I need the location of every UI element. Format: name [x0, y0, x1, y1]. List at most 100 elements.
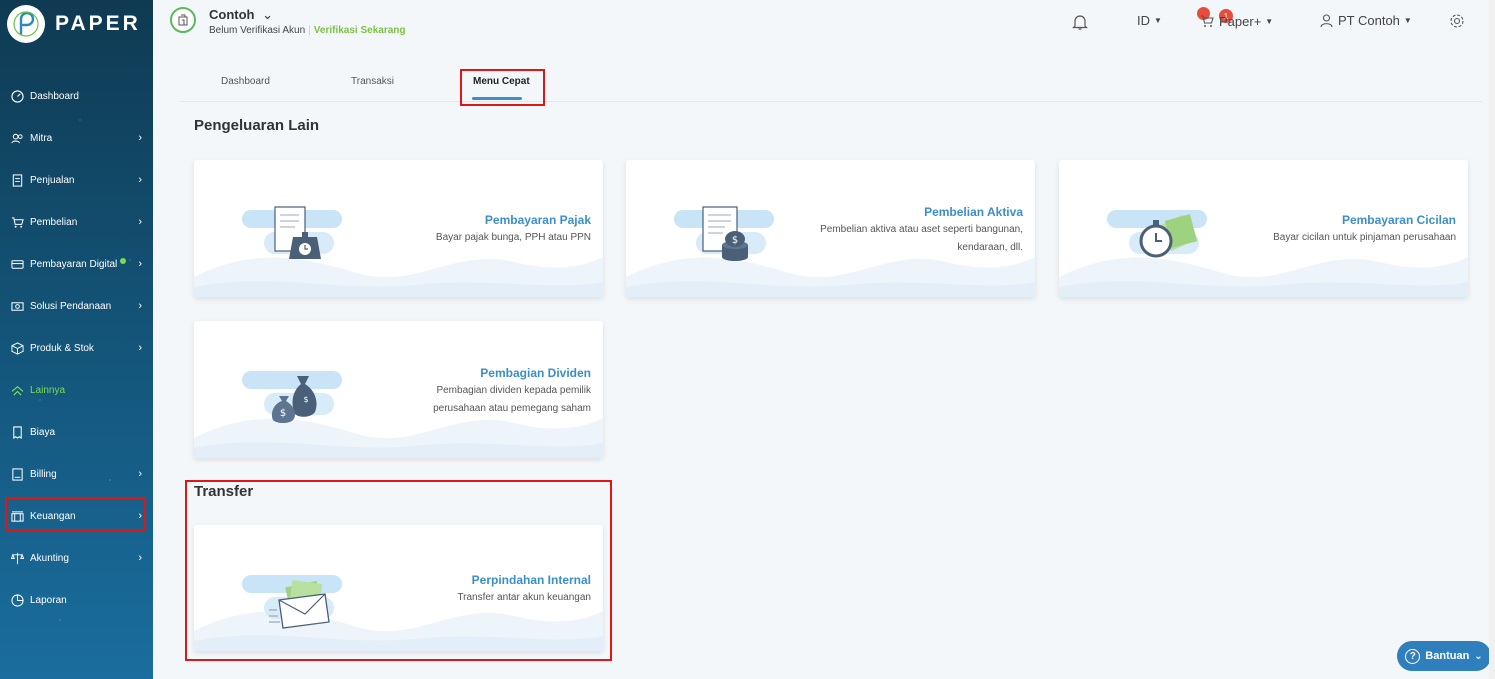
- billing-icon: [10, 467, 24, 481]
- users-icon: [10, 131, 24, 145]
- gear-icon: [1450, 14, 1464, 28]
- card-title: Pembelian Aktiva: [924, 205, 1023, 219]
- chevron-down-icon: ⌄: [1474, 650, 1483, 662]
- pie-icon: [10, 593, 24, 607]
- verify-now-link[interactable]: Verifikasi Sekarang: [314, 25, 406, 36]
- bell-icon: [1072, 15, 1088, 30]
- card-description: Bayar cicilan untuk pinjaman perusahaan: [1273, 232, 1456, 243]
- help-button[interactable]: ? Bantuan ⌄: [1397, 641, 1491, 671]
- sidebar-item-label: Akunting: [30, 552, 69, 564]
- sidebar-item-lainnya[interactable]: Lainnya: [0, 375, 153, 405]
- card-pembayaran-cicilan[interactable]: Pembayaran Cicilan Bayar cicilan untuk p…: [1059, 160, 1468, 297]
- paper-plus-menu[interactable]: Paper+ ▼: [1197, 7, 1274, 29]
- language-selector[interactable]: ID ▼: [1137, 13, 1162, 28]
- sidebar-item-mitra[interactable]: Mitra ›: [0, 123, 153, 153]
- chevron-right-icon: ›: [138, 342, 142, 354]
- sidebar-item-label: Keuangan: [30, 510, 76, 522]
- money-icon: [10, 299, 24, 313]
- user-menu[interactable]: PT Contoh ▼: [1319, 13, 1412, 28]
- cart-icon: [10, 215, 24, 229]
- svg-text:$: $: [303, 395, 308, 404]
- scale-icon: [10, 551, 24, 565]
- page-scrollbar[interactable]: [1489, 0, 1495, 679]
- card-description: Pembelian aktiva atau aset seperti bangu…: [820, 224, 1023, 253]
- chevron-down-icon: ⌄: [262, 7, 274, 22]
- card-icon: [10, 257, 24, 271]
- logo-text: PAPER: [55, 12, 141, 35]
- sidebar-item-pembelian[interactable]: Pembelian ›: [0, 207, 153, 237]
- top-bar: Contoh ⌄ Belum Verifikasi Akun | Verifikas…: [153, 0, 1495, 52]
- chevron-right-icon: ›: [138, 300, 142, 312]
- question-icon: ?: [1405, 648, 1421, 664]
- sidebar-item-biaya[interactable]: Biaya: [0, 417, 153, 447]
- verification-status-text: Belum Verifikasi Akun: [209, 25, 306, 36]
- sidebar-item-billing[interactable]: Billing ›: [0, 459, 153, 489]
- paper-logo-icon: [7, 5, 45, 43]
- svg-text:$: $: [732, 235, 738, 246]
- sidebar-item-label: Biaya: [30, 426, 56, 438]
- help-label: Bantuan: [1425, 650, 1470, 662]
- card-description: Transfer antar akun keuangan: [457, 592, 591, 603]
- company-building-icon[interactable]: [170, 7, 196, 33]
- paper-plus-label: Paper+: [1219, 13, 1262, 29]
- chevron-right-icon: ›: [138, 258, 142, 270]
- active-tab-indicator: [472, 97, 522, 100]
- card-title: Perpindahan Internal: [471, 573, 591, 587]
- user-name: PT Contoh: [1338, 13, 1400, 28]
- stopwatch-money-icon: [1139, 214, 1198, 258]
- chevron-right-icon: ›: [138, 552, 142, 564]
- card-perpindahan-internal[interactable]: Perpindahan Internal Transfer antar akun…: [194, 525, 603, 651]
- card-pembayaran-pajak[interactable]: Pembayaran Pajak Bayar pajak bunga, PPH …: [194, 160, 603, 297]
- caret-down-icon: ▼: [1403, 16, 1412, 25]
- chevron-right-icon: ›: [138, 216, 142, 228]
- sidebar-item-keuangan[interactable]: Keuangan ›: [0, 501, 153, 531]
- sidebar-item-label: Pembayaran Digital: [30, 258, 118, 270]
- asset-coins-icon: $: [702, 206, 748, 261]
- settings-button[interactable]: [1449, 13, 1465, 29]
- bank-icon: [10, 509, 24, 523]
- sidebar-item-laporan[interactable]: Laporan: [0, 585, 153, 615]
- section-title-pengeluaran: Pengeluaran Lain: [194, 117, 320, 134]
- dashboard-icon: [10, 89, 24, 103]
- envelope-money-icon: [269, 580, 330, 629]
- company-switcher[interactable]: Contoh ⌄: [209, 7, 273, 23]
- chevron-right-icon: ›: [138, 132, 142, 144]
- tab-transaksi[interactable]: Transaksi: [351, 66, 394, 102]
- tab-dashboard[interactable]: Dashboard: [221, 66, 270, 102]
- language-label: ID: [1137, 13, 1150, 28]
- app-logo[interactable]: PAPER: [7, 5, 141, 43]
- card-title: Pembayaran Cicilan: [1341, 213, 1456, 227]
- caret-down-icon: ▼: [1265, 16, 1274, 26]
- sidebar-item-pembayaran-digital[interactable]: Pembayaran Digital ›: [0, 249, 153, 279]
- lainnya-icon: [10, 383, 24, 397]
- sidebar-item-label: Pembelian: [30, 216, 78, 228]
- sidebar-item-label: Dashboard: [30, 90, 79, 102]
- sidebar-item-dashboard[interactable]: Dashboard: [0, 81, 153, 111]
- cart-icon: [1197, 7, 1215, 29]
- section-title-transfer: Transfer: [194, 483, 254, 500]
- notification-button[interactable]: [1071, 13, 1089, 31]
- card-pembelian-aktiva[interactable]: $ Pembelian Aktiva Pembelian aktiva atau…: [626, 160, 1035, 297]
- sidebar-item-penjualan[interactable]: Penjualan ›: [0, 165, 153, 195]
- card-title: Pembagian Dividen: [480, 366, 591, 380]
- sidebar-item-label: Mitra: [30, 132, 53, 144]
- document-icon: [10, 173, 24, 187]
- receipt-icon: [10, 425, 24, 439]
- sidebar-item-label: Penjualan: [30, 174, 75, 186]
- chevron-right-icon: ›: [138, 468, 142, 480]
- card-pembagian-dividen[interactable]: $ $ Pembagian Dividen Pembagian dividen k…: [194, 321, 603, 458]
- caret-down-icon: ▼: [1154, 16, 1162, 25]
- card-title: Pembayaran Pajak: [484, 213, 591, 227]
- box-icon: [10, 341, 24, 355]
- sidebar: PAPER Dashboard Mitra › Penjualan › Pemb…: [0, 0, 153, 679]
- company-name: Contoh: [209, 7, 255, 22]
- sidebar-item-produk-stok[interactable]: Produk & Stok ›: [0, 333, 153, 363]
- sidebar-item-label: Produk & Stok: [30, 342, 94, 354]
- svg-text:$: $: [280, 408, 286, 419]
- chevron-right-icon: ›: [138, 174, 142, 186]
- sidebar-item-akunting[interactable]: Akunting ›: [0, 543, 153, 573]
- tab-bar: Dashboard Transaksi Menu Cepat: [180, 66, 1482, 102]
- sidebar-item-label: Billing: [30, 468, 57, 480]
- sidebar-item-solusi-pendanaan[interactable]: Solusi Pendanaan ›: [0, 291, 153, 321]
- sidebar-item-label: Laporan: [30, 594, 67, 606]
